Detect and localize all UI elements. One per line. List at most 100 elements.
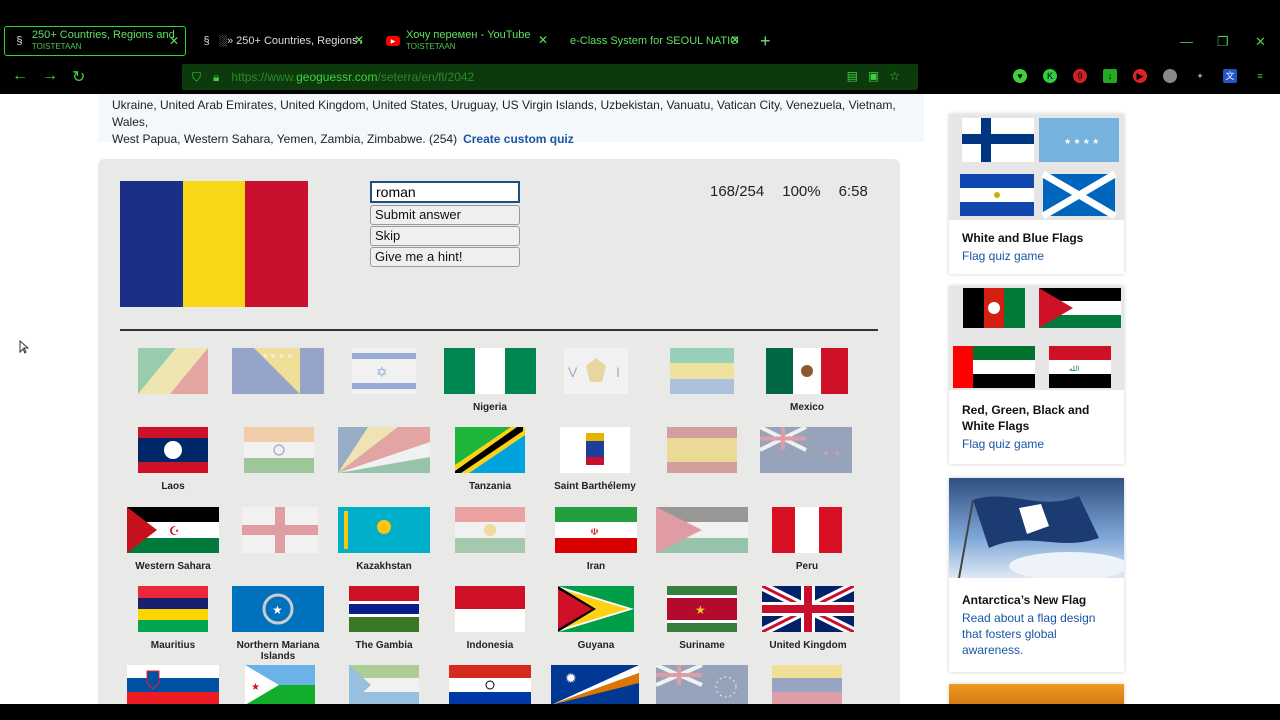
flag-option[interactable] [136,348,210,402]
flag-option[interactable]: ✡ [350,348,418,402]
related-quiz-card[interactable]: الله Red, Green, Black and White Flags F… [949,286,1124,464]
flag-option[interactable]: Indonesia [452,586,528,651]
flag-option[interactable]: Saint Barthélemy [544,427,646,492]
card-link[interactable]: Flag quiz game [949,434,1124,452]
restore-icon[interactable]: ❐ [1217,34,1229,50]
close-window-icon[interactable]: ✕ [1255,34,1266,50]
flag-option[interactable]: Mauritius [136,586,210,651]
card-link[interactable]: Read about a flag design that fosters gl… [949,608,1124,658]
flag-option[interactable]: ☫ Iran [554,507,638,572]
forward-icon[interactable]: → [42,67,58,85]
flag-label: United Kingdom [769,640,847,651]
page-actions[interactable]: ▤▣☆ [847,69,910,83]
skip-button[interactable]: Skip [370,226,520,246]
flag-image: ★ [245,665,315,704]
flag-option[interactable]: ★ Northern Mariana Islands [228,586,328,662]
svg-text:✡: ✡ [376,364,388,380]
flag-label: Nigeria [473,402,507,413]
flag-option[interactable]: ✹ [550,665,640,704]
flag-option[interactable]: Tanzania [452,427,528,492]
k-extension-icon[interactable]: K [1043,69,1057,83]
hint-button[interactable]: Give me a hint! [370,247,520,267]
create-custom-quiz-link[interactable]: Create custom quiz [463,132,574,146]
flag-image [455,586,525,632]
flag-image [449,665,531,704]
flag-option[interactable] [242,427,316,481]
flag-stripe [245,181,309,307]
flag-label: Guyana [577,640,615,651]
flag-option[interactable]: The Gambia [346,586,422,651]
translate-icon[interactable]: 文 [1223,69,1237,83]
submit-answer-button[interactable]: Submit answer [370,205,520,225]
tab-seterra-quiz[interactable]: § 250+ Countries, Regions and Te TOISTETA… [4,26,186,56]
flag-option[interactable] [770,665,844,704]
accuracy: 100% [782,183,821,200]
flag-option[interactable]: Peru [770,507,844,572]
svg-text:I: I [616,364,620,380]
flag-option[interactable] [654,663,750,704]
address-bar[interactable]: ⛉ 🔒︎ https://www.geoguessr.com/seterra/e… [182,64,918,90]
reload-icon[interactable]: ↻ [72,67,85,87]
flag-option[interactable]: Laos [136,427,210,492]
flag-option[interactable]: United Kingdom [758,581,858,651]
puzzle-icon[interactable]: ✦ [1193,69,1207,83]
flag-image [655,663,748,704]
flag-image [455,427,525,473]
flag-option[interactable]: VI [562,348,630,402]
pocket-icon[interactable]: ♥ [1013,69,1027,83]
svg-text:★ ★ ★ ★: ★ ★ ★ ★ [262,352,293,360]
card-title: White and Blue Flags [962,231,1084,245]
tab-youtube[interactable]: ▶ Хочу перемен - YouTube TOISTETAAN ✕ [378,26,554,56]
flag-option[interactable]: ☪ Western Sahara [120,507,226,572]
svg-text:★ ★ ★ ★: ★ ★ ★ ★ [1064,137,1099,146]
flag-option[interactable] [448,665,532,704]
flag-option[interactable]: Kazakhstan [336,507,432,572]
flag-option[interactable] [668,348,736,402]
flag-stripe [120,181,183,307]
web-page: Ukraine, United Arab Emirates, United Ki… [0,94,1280,704]
tab-subtitle: TOISTETAAN [406,42,456,51]
flag-option[interactable] [666,427,738,481]
youtube-extension-icon[interactable]: ▶ [1133,69,1147,83]
flag-option[interactable]: Mexico [764,348,850,413]
flag-option[interactable] [336,427,432,481]
card-title: Red, Green, Black and White Flags [962,403,1090,433]
flag-option[interactable]: ★ [244,665,316,704]
antarctica-flag-photo [958,496,1129,580]
card-link[interactable]: Flag quiz game [949,246,1124,264]
article-card[interactable]: Antarctica’s New Flag Read about a flag … [949,478,1129,672]
flag-image [558,586,634,632]
back-icon[interactable]: ← [12,67,28,85]
flag-option[interactable]: ✶ ✶ [758,425,854,481]
close-icon[interactable]: ✕ [730,33,740,47]
close-icon[interactable]: ✕ [538,33,548,47]
related-quiz-card[interactable]: ★ ★ ★ ★ White and Blue Flags Flag quiz g… [949,114,1124,274]
next-card-preview[interactable] [949,684,1124,704]
flag-option[interactable]: ★ Suriname [664,586,740,651]
flag-option[interactable] [452,507,528,561]
new-tab-button[interactable]: + [752,26,782,56]
avatar[interactable] [1163,69,1177,83]
flag-option[interactable] [240,507,320,561]
flag-option[interactable] [654,507,750,561]
menu-icon[interactable]: ≡ [1253,69,1267,83]
extension-badge-icon[interactable]: 9 [1073,69,1087,83]
url-text[interactable]: https://www.geoguessr.com/seterra/en/fl/… [231,70,474,84]
svg-text:★: ★ [251,682,260,693]
divider [120,329,878,331]
flag-option[interactable] [126,665,220,704]
flag-option[interactable]: Guyana [556,586,636,651]
tab-seterra-quiz-2[interactable]: § ░» 250+ Countries, Regions Ar ✕ [192,26,370,56]
lock-icon: 🔒︎ [213,69,220,84]
tab-eclass[interactable]: e-Class System for SEOUL NATIONA ✕ [562,26,746,56]
minimize-icon[interactable]: — [1180,34,1193,49]
close-icon[interactable]: ✕ [354,33,364,47]
close-icon[interactable]: ✕ [169,34,179,48]
svg-text:☪: ☪ [169,524,180,538]
download-icon[interactable]: ↓ [1103,69,1117,83]
flag-option[interactable]: Nigeria [442,348,538,413]
tab-subtitle: TOISTETAAN [31,42,82,51]
answer-input[interactable] [370,181,520,203]
flag-option[interactable]: ★ ★ ★ ★ [230,348,326,402]
flag-option[interactable] [348,665,420,704]
